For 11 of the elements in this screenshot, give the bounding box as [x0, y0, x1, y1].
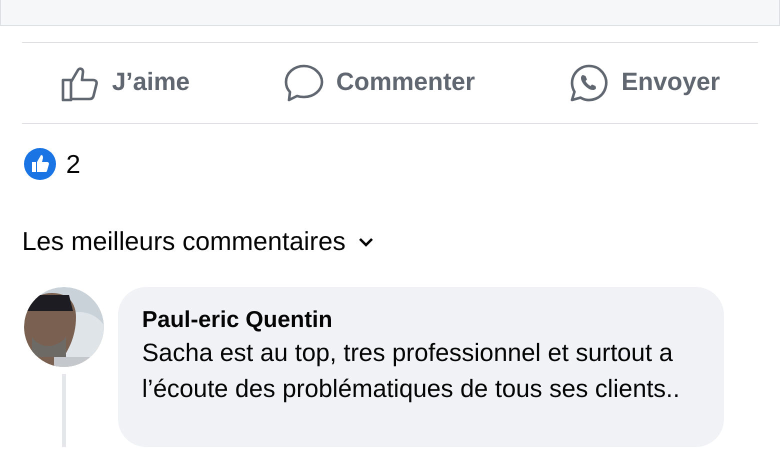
reaction-count[interactable]: 2 [66, 144, 80, 184]
like-button[interactable]: J’aime [60, 63, 190, 103]
comment-button[interactable]: Commenter [284, 63, 476, 103]
chevron-down-icon [358, 236, 374, 246]
comments-filter[interactable]: Les meilleurs commentaires [22, 222, 374, 261]
like-reaction-icon [24, 148, 56, 180]
phone-chat-icon [569, 63, 610, 103]
speech-bubble-icon [284, 63, 324, 103]
send-button[interactable]: Envoyer [569, 63, 720, 103]
comment-author[interactable]: Paul-eric Quentin [142, 305, 700, 333]
comment-text: Sacha est au top, tres professionnel et surtout a l’écoute des problématiques de tous ses clients.. [142, 338, 681, 405]
